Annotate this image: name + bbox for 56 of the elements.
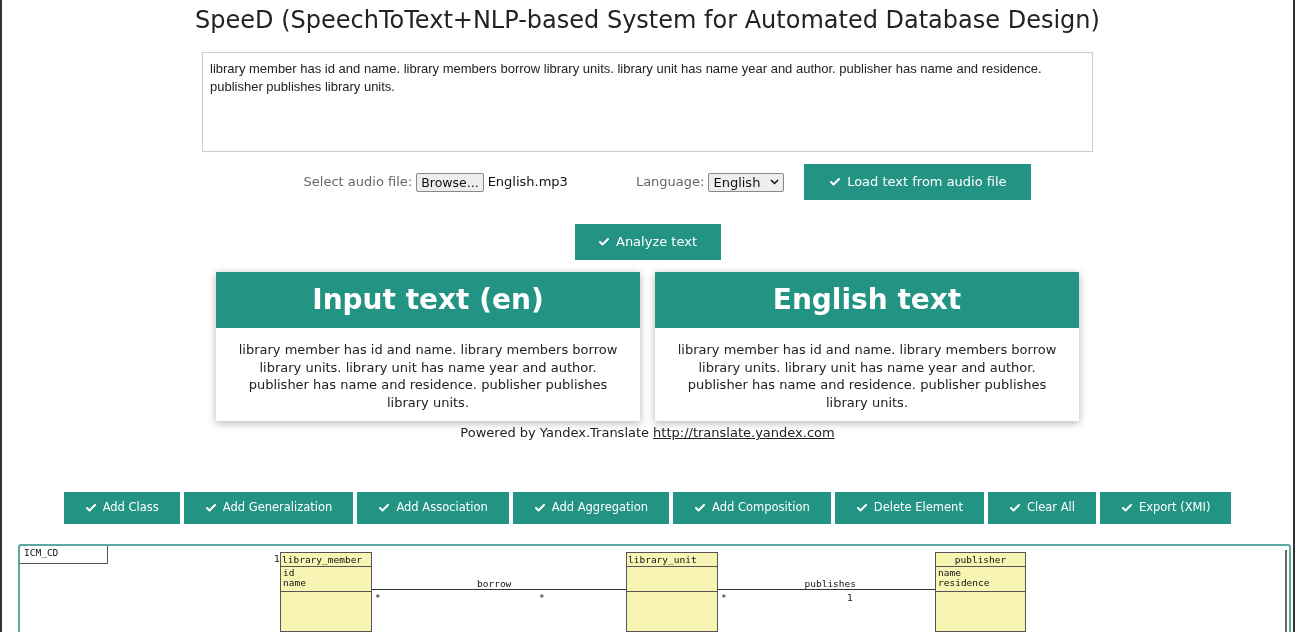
multiplicity-label: 1 — [847, 592, 853, 603]
audio-file-label: Select audio file: — [303, 173, 413, 192]
class-attribute: name — [938, 568, 962, 578]
check-icon — [204, 501, 217, 514]
card-title: Input text (en) — [216, 272, 640, 328]
card-text: library member has id and name. library members borrow library units. library unit has name year and author. publisher has name and residence. publisher publishes library units. — [676, 341, 1058, 411]
card-title: English text — [655, 272, 1079, 328]
check-icon — [1120, 501, 1133, 514]
toolbar-button[interactable]: Clear All — [987, 491, 1096, 524]
yandex-link[interactable]: http://translate.yandex.com — [653, 423, 835, 443]
multiplicity-label: * — [539, 592, 545, 603]
text-input[interactable]: library member has id and name. library members borrow library units. library unit has name year and author. publisher has name and residence. publisher publishes library units. — [202, 52, 1093, 152]
page-title: SpeeD (SpeechToText+NLP-based System for Automated Database Design) — [195, 5, 1100, 36]
class-name: library_unit — [627, 553, 717, 567]
diagram-canvas[interactable]: ICM_CD 1 borrow * * publishes * 1 library_member id name library_unit publisher name residence — [18, 544, 1291, 632]
browse-button[interactable]: Browse... — [416, 172, 484, 192]
powered-by-text: Powered by Yandex.Translate — [460, 424, 650, 442]
class-attribute: name — [283, 578, 307, 588]
class-box[interactable]: library_unit — [626, 552, 718, 632]
association-label: borrow — [477, 578, 512, 589]
multiplicity-label: * — [375, 592, 381, 603]
check-icon — [378, 501, 391, 514]
check-icon — [598, 236, 610, 248]
file-name: English.mp3 — [487, 173, 568, 192]
check-icon — [1008, 501, 1021, 514]
class-box[interactable]: library_member id name — [280, 552, 372, 632]
multiplicity-label: 1 — [274, 553, 280, 565]
language-select[interactable]: English — [708, 172, 785, 192]
class-name: publisher — [936, 553, 1025, 567]
class-attribute: id — [283, 568, 296, 578]
chevron-down-icon — [770, 179, 780, 185]
check-icon — [533, 501, 546, 514]
check-icon — [84, 501, 97, 514]
toolbar-button[interactable]: Export (XMI) — [1099, 491, 1232, 524]
language-label: Language: — [635, 173, 705, 192]
association-line[interactable] — [372, 589, 626, 590]
multiplicity-label: * — [721, 592, 727, 603]
class-name: library_member — [281, 553, 371, 567]
class-box[interactable]: publisher name residence — [935, 552, 1026, 632]
card-text: library member has id and name. library members borrow library units. library unit has name year and author. publisher has name and residence. publisher publishes library units. — [237, 341, 619, 411]
scrollbar[interactable] — [1285, 550, 1287, 632]
toolbar-button[interactable]: Add Class — [63, 491, 180, 524]
check-icon — [694, 501, 707, 514]
analyze-button[interactable]: Analyze text — [574, 224, 721, 260]
diagram-tab[interactable]: ICM_CD — [20, 546, 108, 564]
class-attribute: residence — [938, 578, 991, 588]
toolbar-button[interactable]: Add Composition — [673, 491, 831, 524]
load-audio-button[interactable]: Load text from audio file — [804, 164, 1032, 200]
toolbar-button[interactable]: Add Generalization — [183, 491, 354, 524]
check-icon — [855, 501, 868, 514]
association-label: publishes — [804, 578, 856, 589]
check-icon — [829, 176, 842, 188]
association-line[interactable] — [718, 589, 935, 590]
toolbar-button[interactable]: Add Association — [357, 491, 509, 524]
toolbar-button[interactable]: Add Aggregation — [512, 491, 670, 524]
toolbar-button[interactable]: Delete Element — [834, 491, 984, 524]
